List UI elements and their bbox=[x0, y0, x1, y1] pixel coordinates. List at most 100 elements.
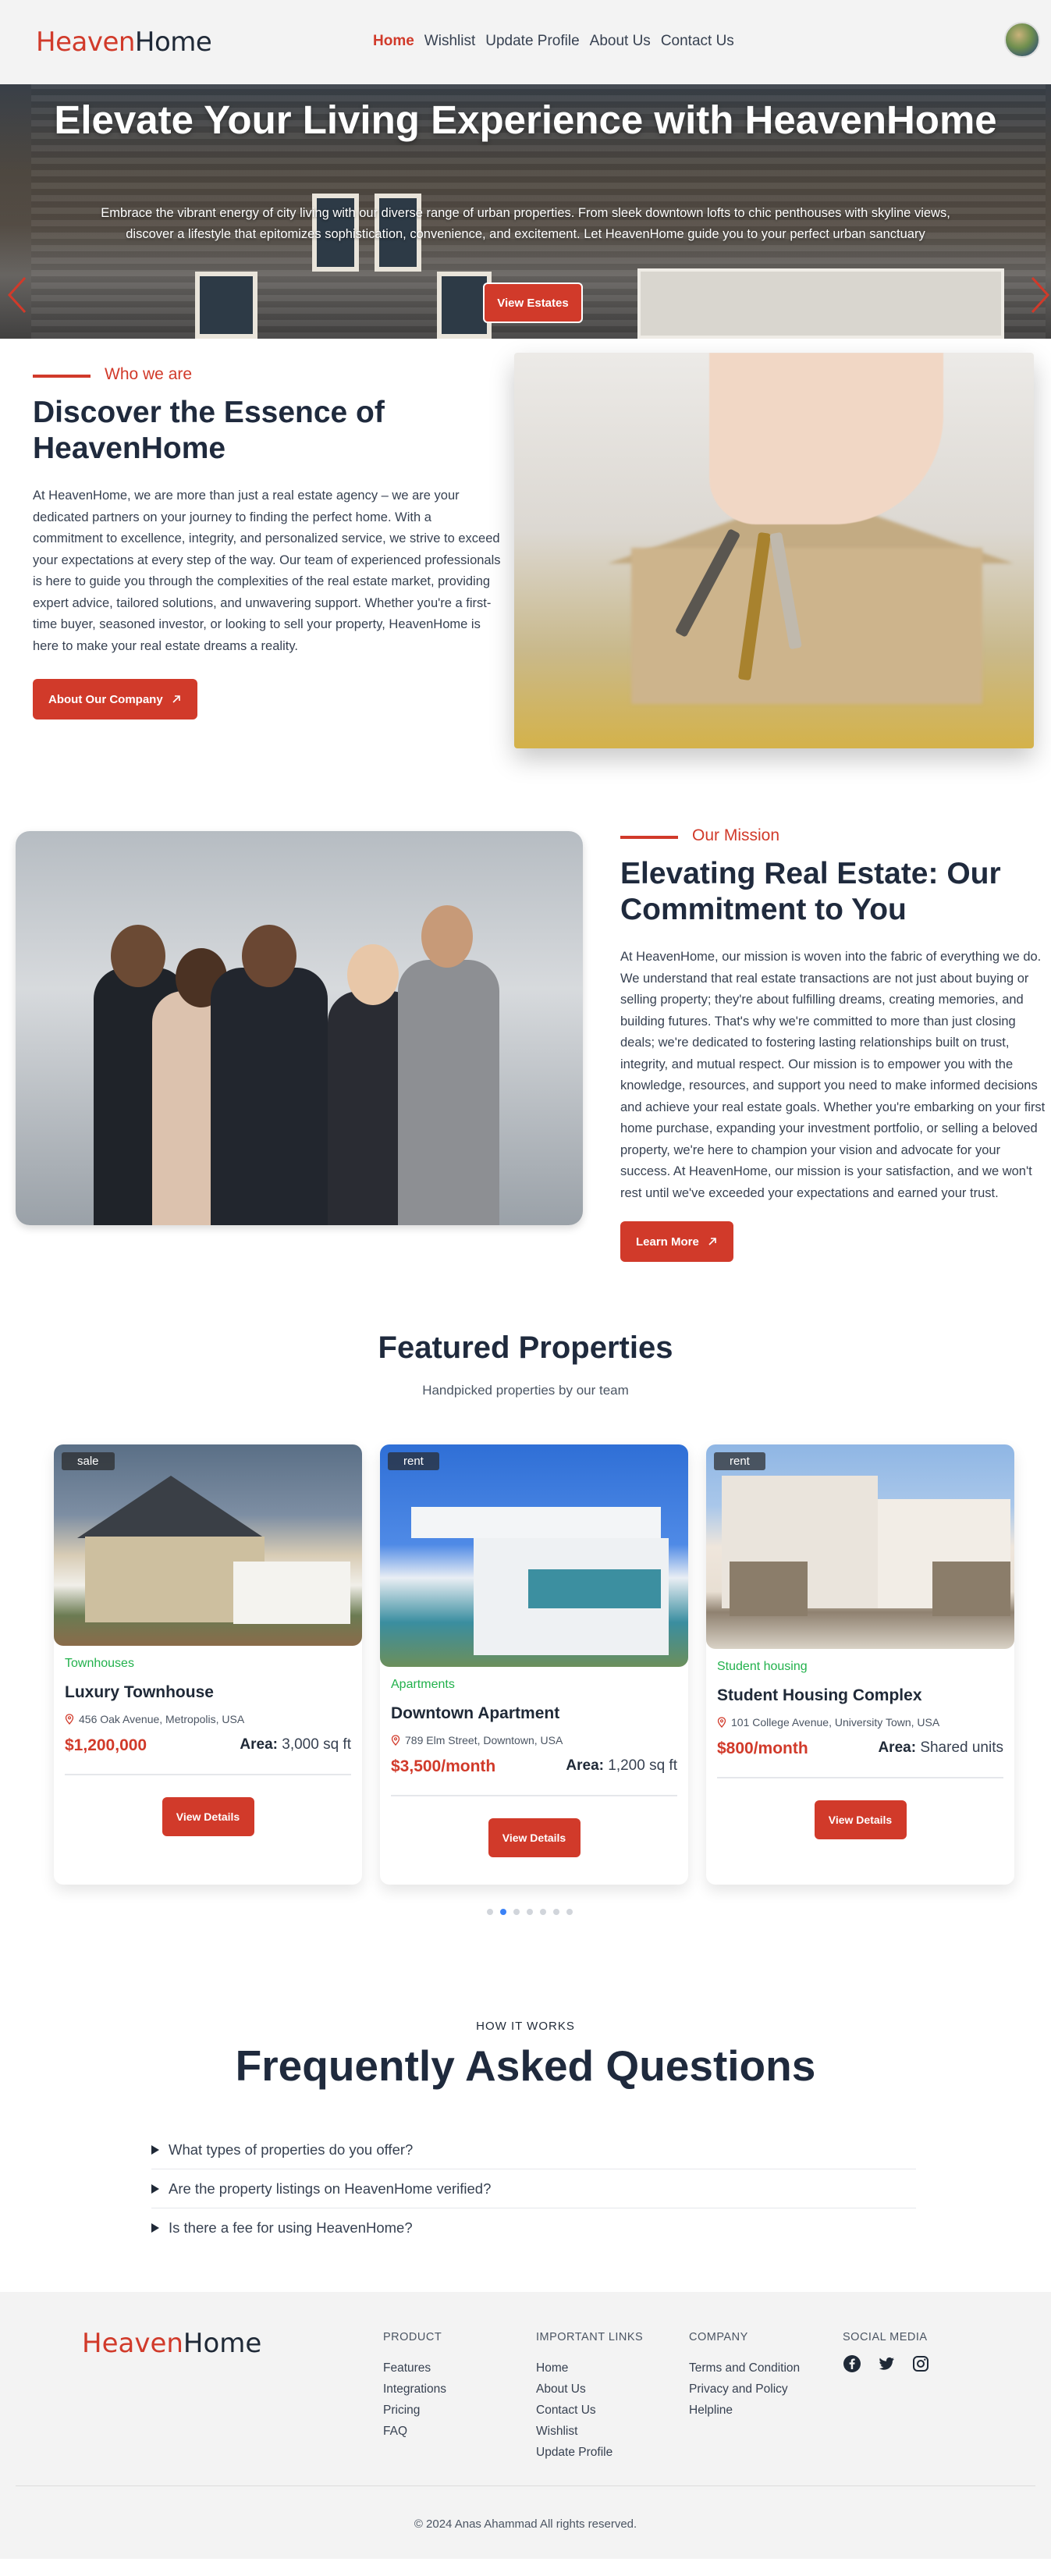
property-tag: sale bbox=[62, 1452, 115, 1470]
twitter-icon[interactable] bbox=[877, 2354, 896, 2373]
about-title: Discover the Essence of HeavenHome bbox=[33, 396, 385, 465]
navbar: HeavenHome Home Wishlist Update Profile … bbox=[0, 0, 1051, 84]
card-divider bbox=[65, 1774, 351, 1775]
property-card[interactable]: rent Student housing Student Housing Com… bbox=[706, 1444, 1014, 1885]
property-tag: rent bbox=[714, 1452, 765, 1470]
chevron-right-icon[interactable] bbox=[1029, 275, 1051, 314]
property-area-value: 3,000 sq ft bbox=[282, 1736, 351, 1753]
footer-column-product: PRODUCT Features Integrations Pricing FA… bbox=[383, 2331, 446, 2442]
footer-link[interactable]: Integrations bbox=[383, 2379, 446, 2400]
hero-garage bbox=[637, 268, 1004, 339]
nav-link-update-profile[interactable]: Update Profile bbox=[485, 33, 579, 50]
caret-right-icon bbox=[151, 2223, 159, 2233]
about-eyebrow-text: Who we are bbox=[105, 365, 193, 383]
hero-banner: Elevate Your Living Experience with Heav… bbox=[0, 84, 1051, 339]
about-text: At HeavenHome, we are more than just a r… bbox=[33, 489, 501, 653]
learn-more-button-label: Learn More bbox=[636, 1235, 699, 1249]
footer-logo[interactable]: HeavenHome bbox=[82, 2328, 261, 2359]
view-details-button[interactable]: View Details bbox=[162, 1797, 254, 1836]
keys-house-image bbox=[514, 353, 1034, 748]
mission-eyebrow-text: Our Mission bbox=[692, 826, 780, 844]
property-name: Luxury Townhouse bbox=[65, 1683, 214, 1701]
property-address-text: 101 College Avenue, University Town, USA bbox=[731, 1716, 940, 1729]
mission-text: At HeavenHome, our mission is woven into… bbox=[620, 950, 1046, 1200]
carousel-dot[interactable] bbox=[527, 1909, 533, 1915]
nav-link-home[interactable]: Home bbox=[373, 33, 414, 50]
property-image: sale bbox=[54, 1444, 362, 1646]
property-address: 101 College Avenue, University Town, USA bbox=[717, 1716, 1003, 1729]
faq-eyebrow: HOW IT WORKS bbox=[476, 2020, 575, 2033]
carousel-dot[interactable] bbox=[540, 1909, 546, 1915]
about-section: Who we are Discover the Essence of Heave… bbox=[33, 365, 501, 720]
footer-column-important-links: IMPORTANT LINKS Home About Us Contact Us… bbox=[536, 2331, 643, 2463]
footer-link[interactable]: Features bbox=[383, 2357, 446, 2379]
property-card[interactable]: rent Apartments Downtown Apartment 789 E… bbox=[380, 1444, 688, 1885]
brand-logo-part2: Home bbox=[134, 27, 212, 58]
footer: HeavenHome PRODUCT Features Integrations… bbox=[0, 2292, 1051, 2559]
carousel-dot[interactable] bbox=[487, 1909, 493, 1915]
footer-logo-part2: Home bbox=[183, 2328, 262, 2359]
hero-title: Elevate Your Living Experience with Heav… bbox=[54, 98, 997, 142]
hero-text: Embrace the vibrant energy of city livin… bbox=[101, 206, 950, 241]
about-company-button-label: About Our Company bbox=[48, 692, 163, 706]
view-details-button[interactable]: View Details bbox=[488, 1818, 581, 1857]
learn-more-button[interactable]: Learn More bbox=[620, 1221, 733, 1262]
footer-divider bbox=[16, 2485, 1035, 2486]
chevron-left-icon[interactable] bbox=[6, 275, 28, 314]
footer-logo-part1: Heaven bbox=[82, 2328, 183, 2359]
property-price: $1,200,000 bbox=[65, 1736, 147, 1754]
nav-link-about-us[interactable]: About Us bbox=[590, 33, 651, 50]
caret-right-icon bbox=[151, 2183, 159, 2194]
property-address-text: 456 Oak Avenue, Metropolis, USA bbox=[79, 1713, 245, 1725]
faq-item[interactable]: Is there a fee for using HeavenHome? bbox=[151, 2208, 916, 2247]
footer-link[interactable]: About Us bbox=[536, 2379, 643, 2400]
facebook-icon[interactable] bbox=[843, 2354, 861, 2373]
instagram-icon[interactable] bbox=[911, 2354, 930, 2373]
nav-link-contact-us[interactable]: Contact Us bbox=[661, 33, 734, 50]
location-pin-icon bbox=[717, 1717, 726, 1728]
property-area-value: 1,200 sq ft bbox=[608, 1757, 677, 1774]
location-pin-icon bbox=[65, 1714, 74, 1725]
nav-links: Home Wishlist Update Profile About Us Co… bbox=[373, 33, 744, 50]
view-estates-button[interactable]: View Estates bbox=[483, 282, 583, 323]
faq-question: Are the property listings on HeavenHome … bbox=[169, 2180, 492, 2197]
nav-link-wishlist[interactable]: Wishlist bbox=[424, 33, 475, 50]
property-area-value: Shared units bbox=[920, 1739, 1003, 1756]
faq-item[interactable]: What types of properties do you offer? bbox=[151, 2130, 916, 2169]
view-details-button[interactable]: View Details bbox=[814, 1800, 907, 1839]
card-divider bbox=[391, 1795, 677, 1796]
brand-logo-part1: Heaven bbox=[36, 27, 135, 58]
about-company-button[interactable]: About Our Company bbox=[33, 679, 197, 720]
faq-title: Frequently Asked Questions bbox=[235, 2041, 816, 2090]
property-area-label: Area: bbox=[878, 1739, 917, 1756]
property-area: Area: 3,000 sq ft bbox=[240, 1736, 351, 1755]
footer-link[interactable]: Home bbox=[536, 2357, 643, 2379]
carousel-dot-active[interactable] bbox=[500, 1909, 506, 1915]
footer-link[interactable]: FAQ bbox=[383, 2421, 446, 2442]
footer-heading: COMPANY bbox=[689, 2331, 748, 2343]
footer-column-company: COMPANY Terms and Condition Privacy and … bbox=[689, 2331, 800, 2421]
carousel-dot[interactable] bbox=[553, 1909, 559, 1915]
featured-subtitle: Handpicked properties by our team bbox=[422, 1383, 629, 1398]
card-divider bbox=[717, 1777, 1003, 1778]
featured-title: Featured Properties bbox=[378, 1331, 673, 1365]
carousel-pagination bbox=[487, 1909, 573, 1915]
carousel-dot[interactable] bbox=[566, 1909, 573, 1915]
footer-heading: PRODUCT bbox=[383, 2331, 442, 2343]
property-category: Apartments bbox=[391, 1678, 455, 1691]
user-avatar[interactable] bbox=[1004, 22, 1040, 58]
property-card[interactable]: sale Townhouses Luxury Townhouse 456 Oak… bbox=[54, 1444, 362, 1885]
footer-link[interactable]: Wishlist bbox=[536, 2421, 643, 2442]
arrow-up-right-icon bbox=[708, 1238, 716, 1245]
footer-link[interactable]: Update Profile bbox=[536, 2442, 643, 2463]
footer-link[interactable]: Pricing bbox=[383, 2400, 446, 2421]
brand-logo[interactable]: HeavenHome bbox=[36, 27, 212, 58]
footer-link[interactable]: Privacy and Policy bbox=[689, 2379, 800, 2400]
faq-item[interactable]: Are the property listings on HeavenHome … bbox=[151, 2169, 916, 2208]
footer-link[interactable]: Contact Us bbox=[536, 2400, 643, 2421]
mission-title: Elevating Real Estate: Our Commitment to… bbox=[620, 857, 1001, 926]
carousel-dot[interactable] bbox=[513, 1909, 520, 1915]
footer-heading: IMPORTANT LINKS bbox=[536, 2331, 644, 2343]
footer-link[interactable]: Helpline bbox=[689, 2400, 800, 2421]
footer-link[interactable]: Terms and Condition bbox=[689, 2357, 800, 2379]
